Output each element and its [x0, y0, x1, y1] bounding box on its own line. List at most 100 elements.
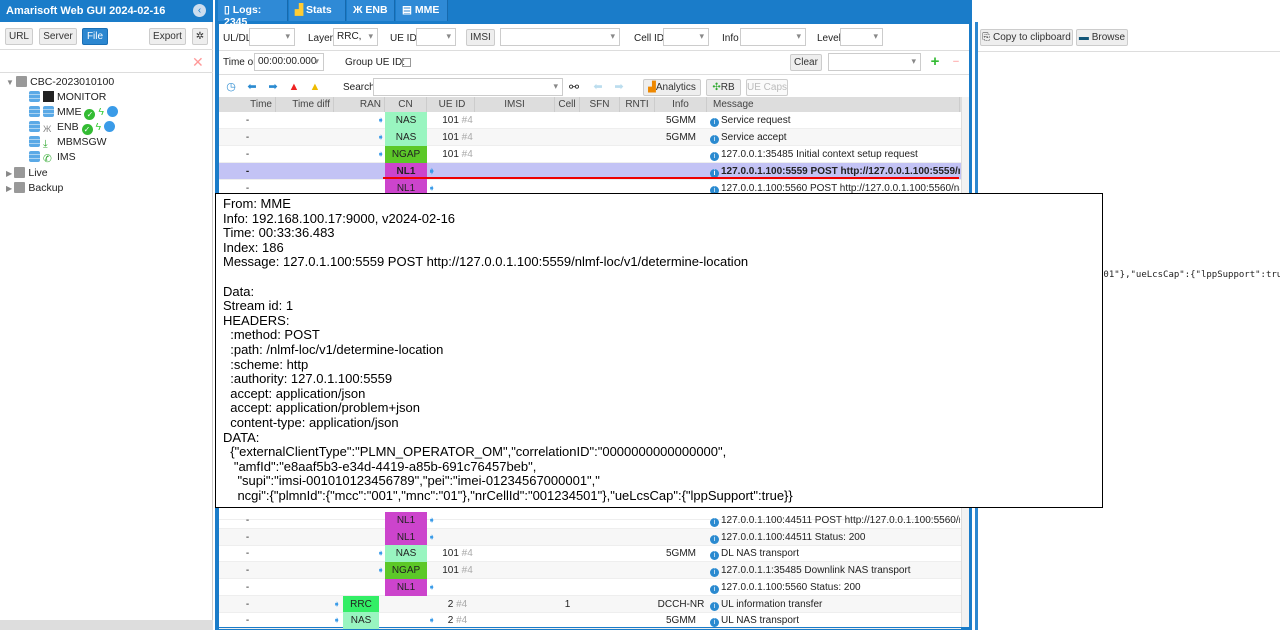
- ueid-select[interactable]: [416, 28, 456, 46]
- level-select[interactable]: [840, 28, 883, 46]
- prev-match-icon[interactable]: ⬅: [590, 79, 606, 95]
- time-cell: -: [245, 598, 250, 610]
- ue-id-cell: 101 #4: [442, 548, 473, 560]
- table-row[interactable]: - NAS ➧ 101 #4 5GMM i Service accept: [219, 129, 961, 146]
- ue-caps-button[interactable]: UE Caps: [746, 79, 788, 96]
- table-header: Time Time diff RAN CN UE ID IMSI Cell SFN RNTI In…: [219, 97, 961, 112]
- export-button[interactable]: Export: [149, 28, 186, 45]
- tree-item-mme[interactable]: MME ✓ ϟ: [29, 106, 121, 120]
- time-cell: -: [245, 515, 250, 526]
- message-cell: i Service request: [710, 112, 960, 129]
- warning-icon[interactable]: ▲: [307, 79, 323, 95]
- table-row[interactable]: - NGAP ➧ 101 #4 i 127.0.0.1.1:35485 Downlink …: [219, 562, 961, 580]
- table-row[interactable]: - NGAP ➧ 101 #4 i 127.0.0.1:35485 Initial con…: [219, 146, 961, 163]
- database-icon: ▤: [402, 4, 415, 16]
- tree-item-mbmsgw[interactable]: ⤓ MBMSGW: [29, 136, 107, 150]
- chart-icon: ▟: [648, 82, 656, 93]
- tree-item-enb[interactable]: Ж ENB ✓ ϟ: [29, 121, 118, 135]
- file-button[interactable]: File: [82, 28, 108, 45]
- info-icon: i: [710, 584, 719, 594]
- arrow-right-icon[interactable]: ➡: [265, 79, 281, 95]
- tree-item-live[interactable]: ▶ Live: [6, 167, 48, 179]
- table-row[interactable]: - NAS ➧ ➧ 2 #4 5GMM i UL NAS transport: [219, 612, 961, 630]
- column-header-rnti[interactable]: RNTI: [620, 97, 655, 112]
- time-cell: -: [245, 615, 250, 627]
- copy-icon: ⎘: [982, 32, 993, 43]
- column-header-info[interactable]: Info: [655, 97, 707, 112]
- column-header-imsi[interactable]: IMSI: [475, 97, 555, 112]
- tree-item-backup[interactable]: ▶ Backup: [6, 182, 63, 194]
- search-input[interactable]: [373, 78, 563, 96]
- play-icon[interactable]: [106, 106, 118, 117]
- info-icon: i: [710, 152, 719, 161]
- collapse-icon[interactable]: ‹: [193, 4, 206, 17]
- table-row[interactable]: - NL1 ➧ i 127.0.0.1.100:5560 Status: 200: [219, 578, 961, 596]
- info-icon: i: [710, 518, 719, 527]
- next-match-icon[interactable]: ➡: [611, 79, 627, 95]
- table-row[interactable]: - RRC ➧ 2 #4 1 DCCH-NR i UL information transfe…: [219, 595, 961, 613]
- settings-icon[interactable]: ✲: [192, 28, 208, 45]
- table-row[interactable]: - NAS ➧ 101 #4 5GMM i Service request: [219, 112, 961, 129]
- table-row[interactable]: - NAS ➧ 101 #4 5GMM i DL NAS transport: [219, 545, 961, 563]
- cn-protocol: NGAP: [385, 146, 427, 163]
- imsi-button[interactable]: IMSI: [466, 29, 495, 46]
- layer-label: Layer: [308, 33, 334, 44]
- analytics-button[interactable]: ▟Analytics: [643, 79, 701, 96]
- tree-item-cbc[interactable]: ▼ CBC-2023010100: [6, 76, 114, 88]
- arrow-icon: ➧: [333, 598, 341, 609]
- table-row[interactable]: - NL1 ➧ i 127.0.0.1.100:44511 Status: 200: [219, 528, 961, 546]
- cell-cell: 1: [564, 598, 571, 610]
- time-cell: -: [245, 548, 250, 560]
- column-header-time-diff[interactable]: Time diff: [279, 97, 334, 112]
- table-row[interactable]: - NL1 ➧ i 127.0.0.1.100:44511 POST http://12…: [219, 512, 961, 529]
- remove-icon[interactable]: −: [948, 54, 964, 70]
- tab-mme[interactable]: ▤ MME: [396, 0, 448, 21]
- delete-icon[interactable]: ✕: [192, 54, 204, 71]
- error-icon[interactable]: ▲: [286, 79, 302, 95]
- play-icon[interactable]: [104, 121, 115, 132]
- message-cell: i 127.0.0.1.100:5560 Status: 200: [710, 579, 960, 596]
- column-header-sfn[interactable]: SFN: [580, 97, 620, 112]
- column-header-message[interactable]: Message: [710, 97, 960, 112]
- preset-select[interactable]: [828, 53, 921, 71]
- clear-button[interactable]: Clear: [790, 54, 822, 71]
- info-cell: 5GMM: [666, 615, 696, 627]
- tab-logs[interactable]: ▯ Logs: 2345: [218, 0, 288, 28]
- server-button[interactable]: Server: [39, 28, 77, 45]
- uldl-label: UL/DL: [223, 33, 252, 44]
- info-icon: i: [710, 118, 719, 127]
- binoculars-icon[interactable]: ⚯: [566, 79, 582, 95]
- database-icon: [29, 106, 40, 117]
- tab-stats[interactable]: ▟ Stats: [289, 0, 346, 21]
- column-header-ue-id[interactable]: UE ID: [430, 97, 475, 112]
- column-header-cn[interactable]: CN: [385, 97, 427, 112]
- column-header-cell[interactable]: Cell: [555, 97, 580, 112]
- browse-button[interactable]: ▬ Browse: [1076, 29, 1128, 46]
- chart-icon: ▟: [295, 4, 306, 16]
- message-cell: i UL information transfer: [710, 596, 960, 613]
- column-header-time[interactable]: Time: [219, 97, 276, 112]
- info-select[interactable]: [740, 28, 806, 46]
- clock-icon[interactable]: ◷: [223, 79, 239, 95]
- uldl-select[interactable]: [249, 28, 295, 46]
- terminal-icon: [43, 91, 54, 102]
- cellid-select[interactable]: [663, 28, 709, 46]
- check-icon: ✓: [81, 124, 93, 135]
- rb-icon: ✣: [712, 82, 721, 93]
- tree-item-monitor[interactable]: MONITOR: [29, 91, 106, 103]
- time-origin-input[interactable]: 00:00:00.000: [254, 53, 324, 71]
- add-icon[interactable]: +: [927, 54, 943, 70]
- arrow-left-icon[interactable]: ⬅: [244, 79, 260, 95]
- layer-select[interactable]: RRC,: [333, 28, 378, 46]
- lightning-icon: ϟ: [98, 106, 107, 118]
- url-button[interactable]: URL: [5, 28, 33, 45]
- rb-button[interactable]: ✣RB: [706, 79, 741, 96]
- tab-enb[interactable]: Ж ENB: [347, 0, 395, 21]
- copy-to-clipboard-button[interactable]: ⎘ Copy to clipboard: [980, 29, 1073, 46]
- horizontal-scrollbar[interactable]: [0, 620, 213, 630]
- imsi-select[interactable]: [500, 28, 620, 46]
- column-header-ran[interactable]: RAN: [335, 97, 385, 112]
- message-cell: i 127.0.0.1:35485 Initial context setup r…: [710, 146, 960, 163]
- group-ueid-checkbox[interactable]: [402, 58, 411, 67]
- tree-item-ims[interactable]: ✆ IMS: [29, 151, 76, 165]
